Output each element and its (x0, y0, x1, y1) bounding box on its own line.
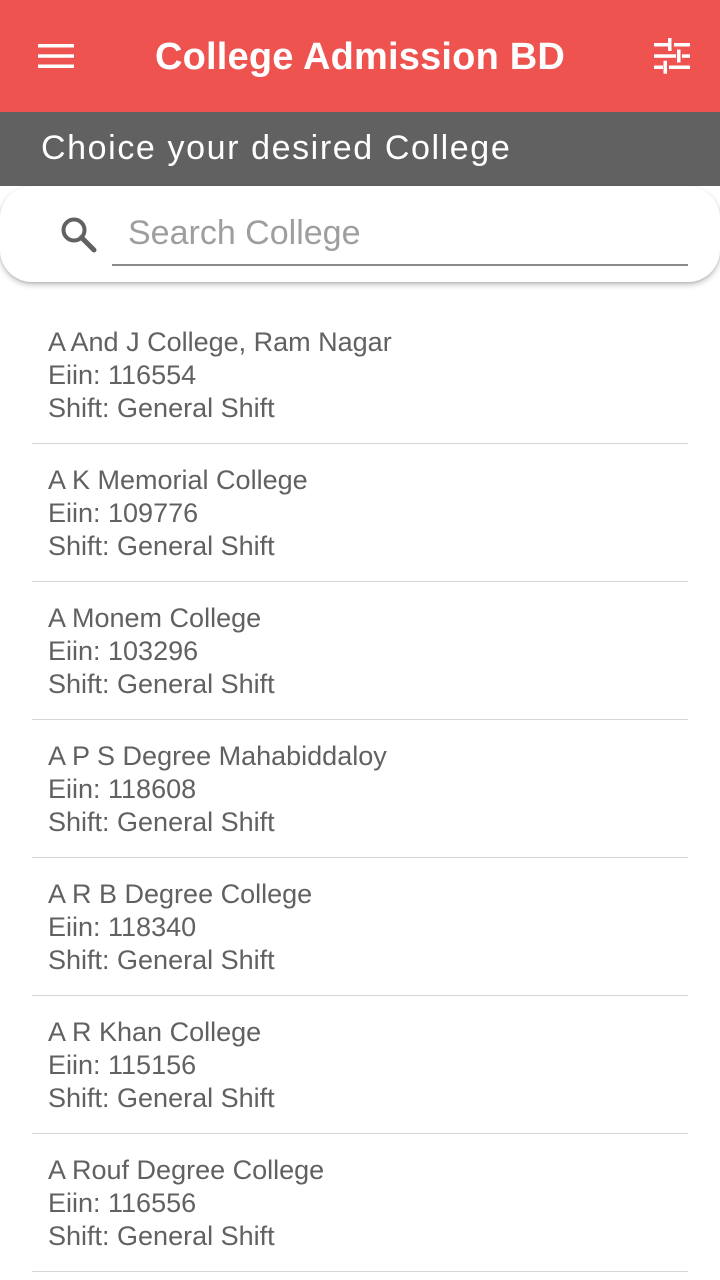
list-item[interactable]: A R Khan College Eiin: 115156 Shift: Gen… (32, 996, 688, 1134)
college-shift: Shift: General Shift (48, 393, 275, 423)
college-shift: Shift: General Shift (48, 945, 275, 975)
college-shift: Shift: General Shift (48, 807, 275, 837)
list-item[interactable]: A P S Degree Mahabiddaloy Eiin: 118608 S… (32, 720, 688, 858)
college-shift: Shift: General Shift (48, 531, 275, 561)
college-name: A Monem College (48, 603, 262, 633)
college-shift: Shift: General Shift (48, 1083, 275, 1113)
subheader-banner: Choice your desired College (0, 112, 720, 186)
search-input[interactable] (112, 202, 688, 266)
college-name: A R B Degree College (48, 879, 313, 909)
college-eiin: Eiin: 116556 (48, 1188, 197, 1218)
college-name: A K Memorial College (48, 465, 308, 495)
college-shift: Shift: General Shift (48, 669, 275, 699)
college-name: A R Khan College (48, 1017, 262, 1047)
college-eiin: Eiin: 103296 (48, 636, 199, 666)
filter-button[interactable] (640, 24, 704, 88)
college-eiin: Eiin: 116554 (48, 360, 197, 390)
college-name: A And J College, Ram Nagar (48, 327, 392, 357)
subheader-text: Choice your desired College (41, 129, 512, 167)
college-eiin: Eiin: 115156 (48, 1050, 197, 1080)
list-item[interactable]: A R B Degree College Eiin: 118340 Shift:… (32, 858, 688, 996)
college-eiin: Eiin: 109776 (48, 498, 199, 528)
app-bar: College Admission BD (0, 0, 720, 112)
list-item[interactable]: A And J College, Ram Nagar Eiin: 116554 … (32, 306, 688, 444)
college-eiin: Eiin: 118608 (48, 774, 197, 804)
college-name: A P S Degree Mahabiddaloy (48, 741, 387, 771)
college-shift: Shift: General Shift (48, 1221, 275, 1251)
tune-sliders-icon (654, 38, 690, 74)
app-title: College Admission BD (154, 36, 566, 78)
college-name: A Rouf Degree College (48, 1155, 325, 1185)
list-item[interactable]: A Rouf Degree College Eiin: 116556 Shift… (32, 1134, 688, 1272)
college-eiin: Eiin: 118340 (48, 912, 197, 942)
college-list: A And J College, Ram Nagar Eiin: 116554 … (0, 306, 720, 1272)
app-screen: College Admission BD Choice your desired… (0, 0, 720, 1280)
list-item[interactable]: A K Memorial College Eiin: 109776 Shift:… (32, 444, 688, 582)
search-icon[interactable] (58, 214, 98, 254)
list-item[interactable]: A Monem College Eiin: 103296 Shift: Gene… (32, 582, 688, 720)
search-bar (0, 186, 720, 282)
